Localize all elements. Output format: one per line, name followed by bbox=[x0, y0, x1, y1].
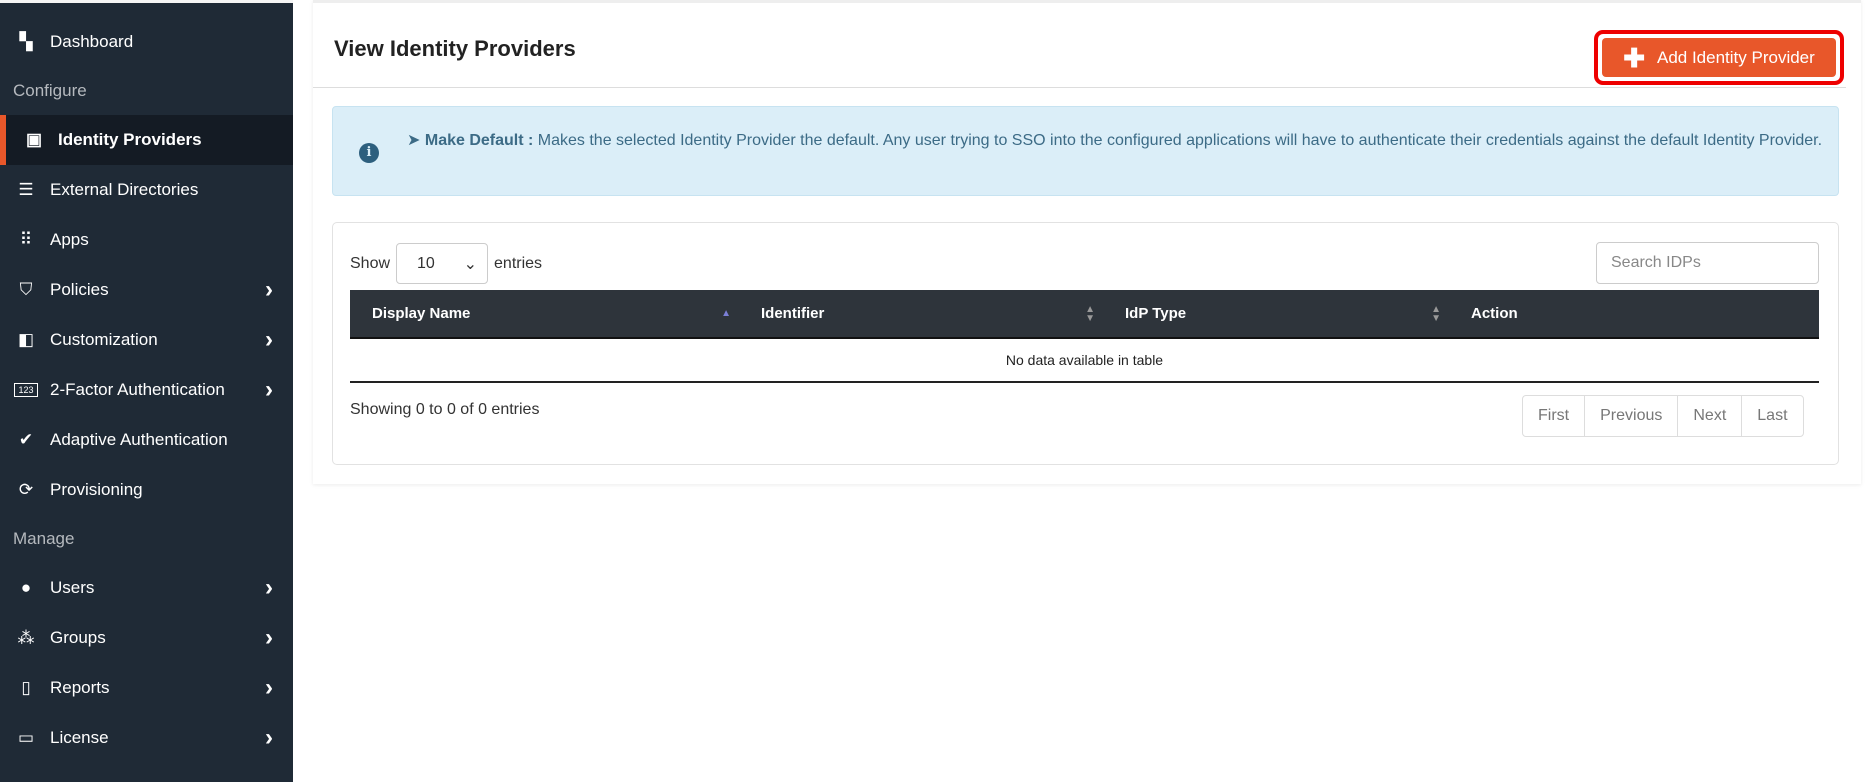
page-next-button[interactable]: Next bbox=[1677, 396, 1741, 436]
sidebar-item-label: Policies bbox=[50, 280, 109, 299]
sidebar-item-external-directories[interactable]: ☰ External Directories bbox=[0, 165, 293, 215]
id-badge-icon: ▣ bbox=[25, 130, 43, 149]
sidebar-item-label: Identity Providers bbox=[58, 130, 202, 149]
clipboard-icon: ▯ bbox=[21, 678, 31, 697]
info-icon: i bbox=[359, 143, 379, 163]
sync-icon: ⟳ bbox=[18, 480, 34, 499]
sidebar-item-reports[interactable]: ▯ Reports › bbox=[0, 663, 293, 713]
sidebar-item-provisioning[interactable]: ⟳ Provisioning bbox=[0, 465, 293, 515]
user-icon: ● bbox=[20, 578, 32, 597]
sidebar-item-label: Reports bbox=[50, 678, 110, 697]
sidebar-item-label: Customization bbox=[50, 330, 158, 349]
info-label: Make Default : bbox=[424, 132, 534, 149]
sidebar-item-adaptive-authentication[interactable]: ✔ Adaptive Authentication bbox=[0, 415, 293, 465]
search-input[interactable] bbox=[1596, 242, 1819, 284]
chevron-right-icon: › bbox=[265, 574, 273, 601]
add-button-label: Add Identity Provider bbox=[1656, 47, 1815, 67]
column-display-name[interactable]: Display Name ▲ bbox=[350, 290, 739, 337]
page-title: View Identity Providers bbox=[334, 36, 576, 61]
plus-icon: ✚ bbox=[1623, 42, 1645, 73]
info-text: Makes the selected Identity Provider the… bbox=[533, 132, 1823, 149]
sort-icon: ▲ ▼ bbox=[1431, 303, 1441, 324]
page-previous-button[interactable]: Previous bbox=[1584, 396, 1677, 436]
server-icon: ☰ bbox=[18, 180, 34, 199]
123-icon: 123 bbox=[14, 383, 38, 397]
sidebar-item-label: Apps bbox=[50, 230, 89, 249]
column-identifier[interactable]: Identifier ▲ ▼ bbox=[739, 290, 1103, 337]
sort-asc-icon: ▲ bbox=[721, 308, 731, 319]
sidebar-item-dashboard[interactable]: ▚ Dashboard bbox=[0, 17, 293, 67]
main-content: View Identity Providers ✚ Add Identity P… bbox=[313, 0, 1861, 484]
sidebar-item-label: Users bbox=[50, 578, 95, 597]
sidebar-item-label: External Directories bbox=[50, 180, 199, 199]
users-icon: ⁂ bbox=[17, 628, 35, 647]
sidebar-section-label: Configure bbox=[13, 81, 87, 100]
sidebar-item-label: Adaptive Authentication bbox=[50, 430, 228, 449]
sidebar-item-label: 2-Factor Authentication bbox=[50, 380, 225, 399]
column-label: Action bbox=[1471, 305, 1518, 322]
sidebar-item-2-factor-authentication[interactable]: 123 2-Factor Authentication › bbox=[0, 365, 293, 415]
column-label: Display Name bbox=[372, 305, 471, 322]
page-size-value: 10 bbox=[417, 254, 435, 272]
sidebar: ▚ Dashboard Configure ▣ Identity Providers ☰ E… bbox=[0, 0, 293, 782]
sidebar-item-label: Provisioning bbox=[50, 480, 143, 499]
sidebar-section-label: Manage bbox=[13, 529, 75, 548]
shield-check-icon: ✔ bbox=[18, 430, 34, 449]
sidebar-item-license[interactable]: ▭ License › bbox=[0, 713, 293, 763]
show-label: Show bbox=[350, 254, 391, 272]
page-last-button[interactable]: Last bbox=[1741, 396, 1802, 436]
chevron-right-icon: › bbox=[265, 326, 273, 353]
header-divider bbox=[313, 87, 1846, 88]
column-action: Action bbox=[1449, 290, 1819, 337]
pointer-icon: ➤ bbox=[407, 132, 421, 149]
idp-table-card: Show 10 ⌄ entries Display Name ▲ Identifi… bbox=[332, 222, 1839, 465]
column-label: Identifier bbox=[761, 305, 825, 322]
info-alert: i ➤ Make Default : Makes the selected Id… bbox=[332, 106, 1839, 196]
page-size-control: Show 10 ⌄ entries bbox=[350, 243, 542, 284]
entries-label: entries bbox=[494, 254, 543, 272]
sidebar-item-identity-providers[interactable]: ▣ Identity Providers bbox=[0, 115, 293, 165]
sidebar-item-apps[interactable]: ⠿ Apps bbox=[0, 215, 293, 265]
highlight-box: ✚ Add Identity Provider bbox=[1594, 30, 1844, 85]
column-label: IdP Type bbox=[1125, 305, 1187, 322]
dashboard-icon: ▚ bbox=[19, 32, 33, 51]
sidebar-item-label: License bbox=[50, 728, 109, 747]
sidebar-item-label: Groups bbox=[50, 628, 106, 647]
sidebar-item-groups[interactable]: ⁂ Groups › bbox=[0, 613, 293, 663]
sidebar-item-users[interactable]: ● Users › bbox=[0, 563, 293, 613]
page-first-button[interactable]: First bbox=[1523, 396, 1584, 436]
page-size-select[interactable]: 10 ⌄ bbox=[396, 243, 489, 284]
sidebar-item-customization[interactable]: ◧ Customization › bbox=[0, 315, 293, 365]
sidebar-item-policies[interactable]: ⛉ Policies › bbox=[0, 265, 293, 315]
table-header: Display Name ▲ Identifier ▲ ▼ IdP Type ▲ ▼ Ac… bbox=[350, 290, 1819, 339]
chevron-down-icon: ⌄ bbox=[463, 255, 478, 273]
add-identity-provider-button[interactable]: ✚ Add Identity Provider bbox=[1602, 38, 1836, 77]
column-idp-type[interactable]: IdP Type ▲ ▼ bbox=[1103, 290, 1449, 337]
chevron-right-icon: › bbox=[265, 724, 273, 751]
chevron-right-icon: › bbox=[265, 624, 273, 651]
credit-card-icon: ▭ bbox=[17, 728, 35, 747]
shield-search-icon: ⛉ bbox=[19, 280, 33, 299]
chevron-right-icon: › bbox=[265, 674, 273, 701]
empty-row: No data available in table bbox=[350, 339, 1819, 383]
grid-icon: ⠿ bbox=[19, 230, 33, 249]
chevron-right-icon: › bbox=[265, 276, 273, 303]
pagination: First Previous Next Last bbox=[1522, 395, 1804, 437]
sort-icon: ▲ ▼ bbox=[1085, 303, 1095, 324]
table-info: Showing 0 to 0 of 0 entries bbox=[350, 401, 540, 418]
chevron-right-icon: › bbox=[265, 376, 273, 403]
shapes-icon: ◧ bbox=[17, 330, 35, 349]
sidebar-item-label: Dashboard bbox=[50, 32, 134, 51]
